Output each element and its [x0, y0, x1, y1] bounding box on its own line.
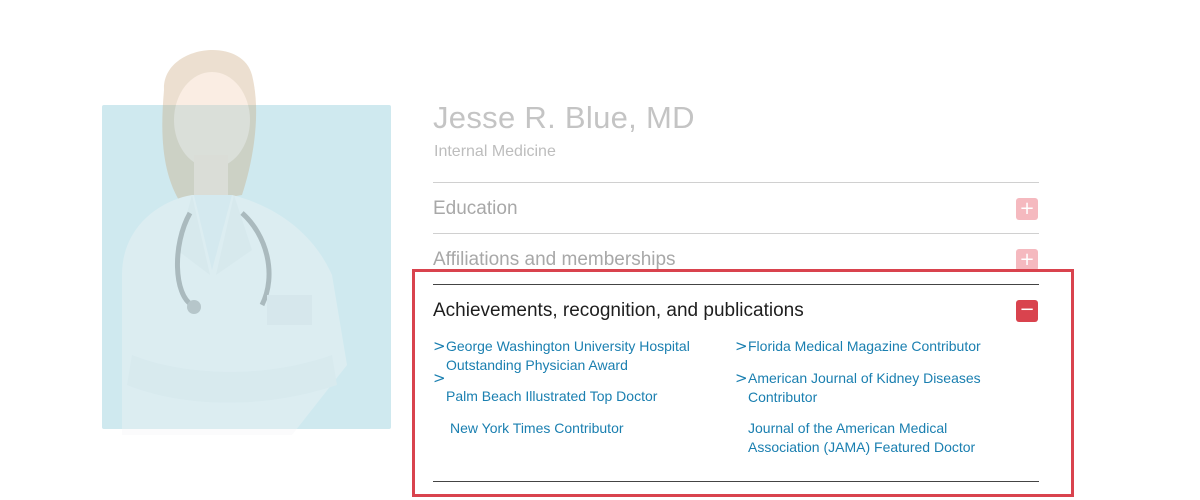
chevron-right-icon: > [433, 337, 446, 355]
achievement-link[interactable]: American Journal of Kidney Diseases Cont… [748, 369, 1008, 407]
chevron-right-icon: > [735, 337, 748, 355]
achievement-link[interactable]: George Washington University Hospital Ou… [446, 337, 716, 375]
doctor-name: Jesse R. Blue, MD [433, 100, 695, 135]
achievement-link[interactable]: Journal of the American Medical Associat… [748, 419, 1008, 457]
minus-icon[interactable]: − [1016, 300, 1038, 322]
chevron-right-icon: > [735, 369, 748, 387]
divider [433, 481, 1039, 482]
achievement-link[interactable]: New York Times Contributor [450, 419, 720, 438]
accordion-header-affiliations[interactable]: Affiliations and memberships [433, 249, 676, 271]
accordion-header-education[interactable]: Education [433, 198, 518, 220]
doctor-portrait [122, 49, 347, 435]
divider [433, 233, 1039, 234]
divider [433, 182, 1039, 183]
plus-icon[interactable]: + [1016, 249, 1038, 271]
accordion-header-achievements[interactable]: Achievements, recognition, and publicati… [433, 300, 804, 322]
doctor-specialty: Internal Medicine [434, 143, 556, 160]
achievement-link[interactable]: Palm Beach Illustrated Top Doctor [446, 387, 716, 406]
achievement-link[interactable]: Florida Medical Magazine Contributor [748, 337, 1018, 356]
divider [433, 284, 1039, 285]
plus-icon[interactable]: + [1016, 198, 1038, 220]
chevron-right-icon: > [433, 369, 446, 387]
